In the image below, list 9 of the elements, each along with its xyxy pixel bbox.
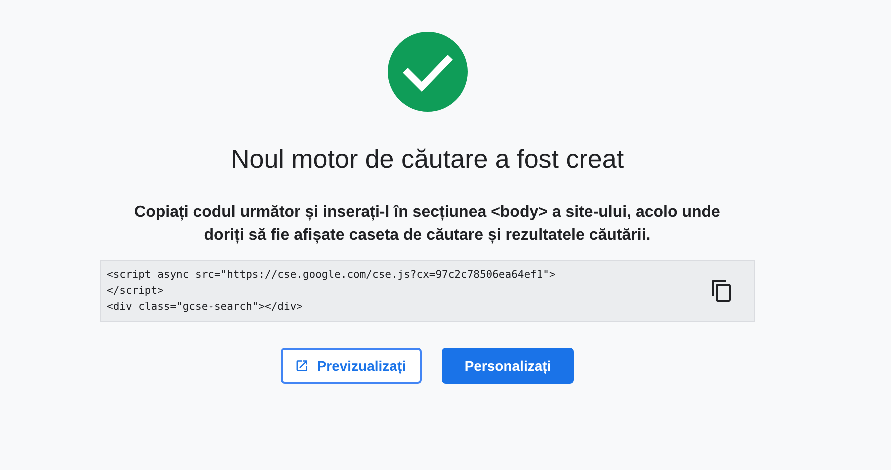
code-line: <div class="gcse-search"></div> [107, 300, 304, 315]
copy-icon[interactable] [710, 279, 734, 303]
page-title: Noul motor de căutare a fost creat [230, 144, 624, 175]
instructions-text: Copiați codul următor și inserați-l în secțiunea <body> a site-ului, acolo unde doriți să fie afișate caseta de căutare și rezultatele căutării. [134, 203, 722, 246]
checkmark-icon [388, 32, 468, 112]
code-line: <script async src="https://cse.google.com/cse.js?cx=97c2c78506ea64ef1"> [107, 268, 557, 283]
preview-button[interactable]: Previzualizați [281, 348, 422, 384]
code-line: </script> [107, 284, 165, 299]
customize-button[interactable]: Personalizați [442, 348, 574, 384]
